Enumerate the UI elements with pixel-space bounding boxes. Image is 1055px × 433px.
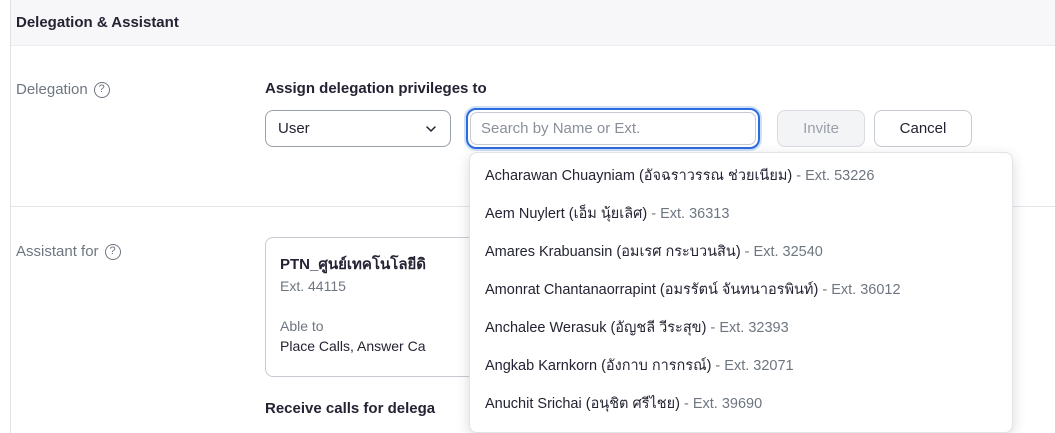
option-name: Angkab Karnkorn (อังกาบ การกรณ์) <box>485 358 712 374</box>
option-name: Amonrat Chantanaorrapint (อมรรัตน์ จันทน… <box>485 282 819 298</box>
help-circle-icon[interactable]: ? <box>104 243 121 260</box>
settings-panel: Delegation & Assistant Delegation ? Assi… <box>10 0 1055 433</box>
option-separator: - <box>740 244 754 260</box>
dropdown-option[interactable]: Angkab Karnkorn (อังกาบ การกรณ์) - Ext. … <box>470 347 1012 385</box>
dropdown-option[interactable]: Amonrat Chantanaorrapint (อมรรัตน์ จันทน… <box>470 271 1012 309</box>
delegate-type-value: User <box>278 120 310 137</box>
dropdown-option[interactable]: Aem Nuylert (เอ็ม นุ้ยเลิศ) - Ext. 36313 <box>470 195 1012 233</box>
option-ext: Ext. 36313 <box>660 206 730 222</box>
option-name: Anchalee Werasuk (อัญชลี วีระสุข) <box>485 320 707 336</box>
dropdown-option[interactable]: Acharawan Chuayniam (อัจฉราวรรณ ช่วยเนีย… <box>470 157 1012 195</box>
option-separator: - <box>711 358 725 374</box>
assistant-card-permissions: Place Calls, Answer Ca <box>280 338 426 354</box>
chevron-down-icon <box>426 125 436 132</box>
option-separator: - <box>706 320 720 336</box>
search-field-focus-ring <box>466 108 760 149</box>
invite-button[interactable]: Invite <box>777 110 865 147</box>
assistant-card-ext: Ext. 44115 <box>280 278 346 294</box>
option-ext: Ext. 32071 <box>724 358 794 374</box>
option-ext: Ext. 36012 <box>831 282 901 298</box>
option-ext: Ext. 32393 <box>719 320 789 336</box>
assistant-card-able-label: Able to <box>280 318 324 334</box>
cancel-button[interactable]: Cancel <box>874 110 972 147</box>
option-name: Anuchit Srichai (อนุชิต ศรีไชย) <box>485 396 680 412</box>
search-input[interactable] <box>470 112 756 145</box>
delegate-type-select[interactable]: User <box>265 110 451 147</box>
delegation-label-row: Delegation ? <box>16 81 110 98</box>
assistant-card-title: PTN_ศูนย์เทคโนโลยีดิ <box>280 256 427 273</box>
receive-calls-heading: Receive calls for delega <box>265 400 436 417</box>
delegation-label: Delegation <box>16 81 88 98</box>
option-ext: Ext. 32540 <box>753 244 823 260</box>
option-separator: - <box>818 282 832 298</box>
help-circle-icon[interactable]: ? <box>93 81 110 98</box>
assistant-label-row: Assistant for ? <box>16 243 121 260</box>
dropdown-option[interactable]: Anchalee Werasuk (อัญชลี วีระสุข) - Ext.… <box>470 309 1012 347</box>
option-name: Aem Nuylert (เอ็ม นุ้ยเลิศ) <box>485 206 648 222</box>
option-ext: Ext. 39690 <box>692 396 763 412</box>
option-separator: - <box>647 206 661 222</box>
option-name: Amares Krabuansin (อมเรศ กระบวนสิน) <box>485 244 741 260</box>
search-results-dropdown: Acharawan Chuayniam (อัจฉราวรรณ ช่วยเนีย… <box>469 152 1013 433</box>
option-separator: - <box>679 396 693 412</box>
dropdown-option[interactable]: Anuchit Srichai (อนุชิต ศรีไชย) - Ext. 3… <box>470 385 1012 423</box>
option-name: Acharawan Chuayniam (อัจฉราวรรณ ช่วยเนีย… <box>485 168 793 184</box>
option-separator: - <box>792 168 806 184</box>
assistant-for-label: Assistant for <box>16 243 99 260</box>
section-header: Delegation & Assistant <box>11 0 1055 46</box>
assign-delegation-heading: Assign delegation privileges to <box>265 80 487 97</box>
dropdown-option[interactable]: Amares Krabuansin (อมเรศ กระบวนสิน) - Ex… <box>470 233 1012 271</box>
option-ext: Ext. 53226 <box>805 168 875 184</box>
